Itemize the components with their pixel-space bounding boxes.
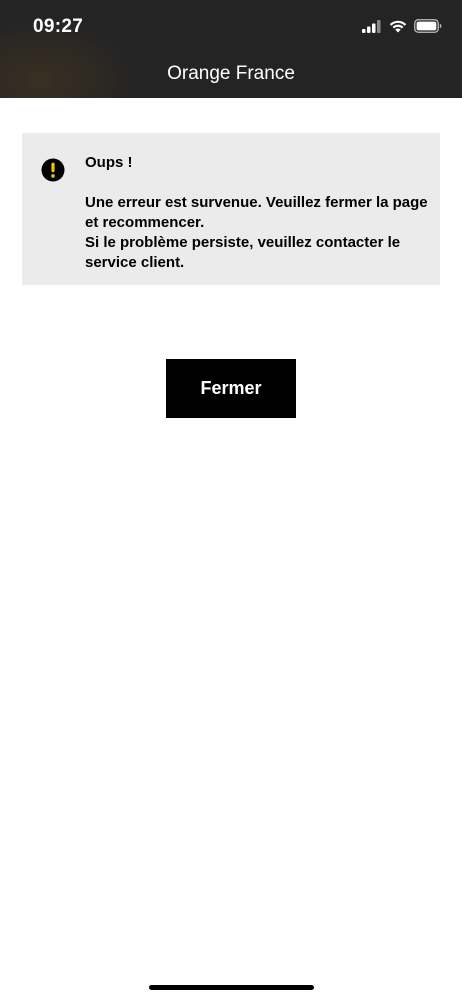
status-icons [362,19,442,33]
error-text: Oups ! Une erreur est survenue. Veuillez… [85,153,430,273]
exclamation-circle-icon [41,158,65,182]
page-title: Orange France [167,63,295,84]
error-alert: Oups ! Une erreur est survenue. Veuillez… [22,133,440,285]
home-indicator[interactable] [149,985,314,990]
app-screen: 09:27 Orange France Oups ! Une erreur es… [0,0,462,999]
status-time: 09:27 [33,16,84,37]
error-message-line: Si le problème persiste, veuillez contac… [85,234,401,271]
close-button[interactable]: Fermer [166,359,296,418]
cellular-signal-icon [362,19,382,33]
error-title: Oups ! [85,154,133,171]
error-message-line: Une erreur est survenue. Veuillez fermer… [85,194,428,231]
wifi-icon [389,20,407,33]
header: 09:27 Orange France [0,0,462,98]
battery-icon [414,19,442,33]
error-message: Une erreur est survenue. Veuillez fermer… [85,193,430,273]
